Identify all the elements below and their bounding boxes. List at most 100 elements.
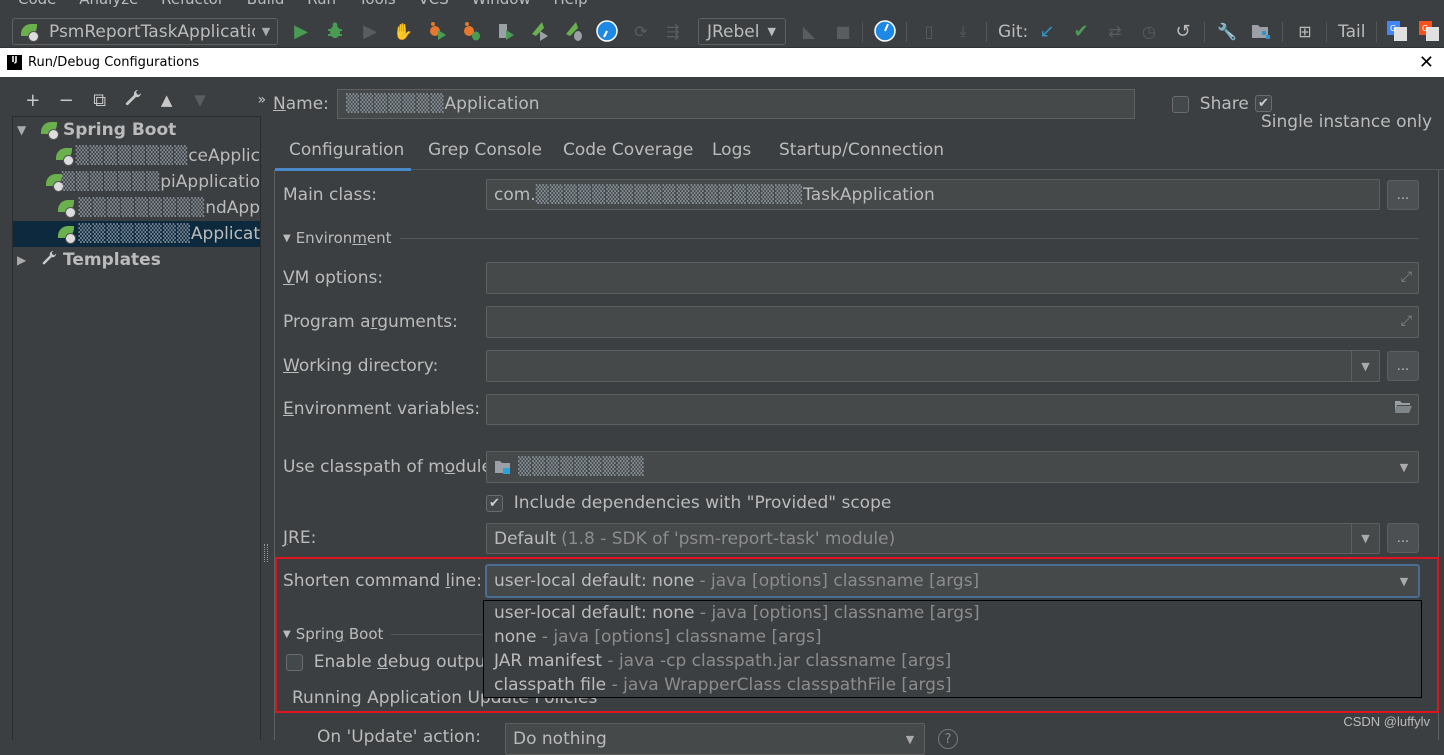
tree-item-selected[interactable]: ▒▒▒▒▒▒▒▒ Applicat bbox=[13, 221, 260, 247]
folder-open-icon[interactable] bbox=[1394, 399, 1412, 413]
env-vars-input[interactable] bbox=[486, 394, 1419, 425]
help-icon[interactable]: ? bbox=[938, 729, 958, 749]
tree-item-label: ndApp bbox=[205, 198, 260, 218]
more-icon[interactable]: » bbox=[217, 92, 266, 108]
dialog-titlebar: IJ Run/Debug Configurations ✕ bbox=[0, 48, 1444, 77]
database-icon[interactable]: ⊞ bbox=[1294, 20, 1316, 42]
settings-wrench-icon[interactable]: 🔧 bbox=[1216, 20, 1238, 42]
stop-icon[interactable]: ■ bbox=[832, 20, 854, 42]
move-down-icon[interactable]: ▼ bbox=[183, 91, 216, 109]
jre-value: Default bbox=[494, 528, 557, 549]
highlight-annotation-box bbox=[275, 557, 1439, 713]
run-with-coverage-icon[interactable]: ▶ bbox=[359, 20, 381, 42]
menu-help[interactable]: Help bbox=[554, 0, 588, 8]
git-history-icon[interactable]: ◷ bbox=[1138, 20, 1160, 42]
tree-group-templates[interactable]: ▶ Templates bbox=[13, 247, 260, 273]
attach-debugger-icon[interactable]: ⟳ bbox=[630, 20, 652, 42]
jrebel-dropdown[interactable]: JRebel ▼ bbox=[698, 18, 786, 45]
browse-jre-button[interactable]: ... bbox=[1387, 523, 1419, 553]
jrebel-debug-icon[interactable] bbox=[460, 20, 482, 42]
chevron-down-icon[interactable]: ▼ bbox=[1351, 524, 1379, 553]
jrebel-panel-icon[interactable]: ◣ bbox=[798, 20, 820, 42]
module-folder-icon bbox=[495, 461, 510, 474]
jre-label: JRE: bbox=[283, 528, 317, 548]
wrench-icon[interactable] bbox=[116, 89, 149, 112]
tree-item[interactable]: ▒▒▒▒▒▒▒ piApplicatio bbox=[13, 169, 260, 195]
jre-dropdown[interactable]: Default (1.8 - SDK of 'psm-report-task' … bbox=[486, 523, 1380, 554]
on-update-label: On 'Update' action: bbox=[317, 727, 481, 747]
collapse-arrow-icon[interactable]: ▶ bbox=[17, 253, 35, 267]
blurred-text: ▒▒▒▒▒▒▒ bbox=[61, 172, 161, 192]
project-structure-icon[interactable] bbox=[1250, 20, 1272, 42]
working-dir-input[interactable]: ▼ bbox=[486, 350, 1380, 382]
device-icon[interactable]: ▯ bbox=[918, 20, 940, 42]
single-instance-checkbox[interactable]: ✔ Single instance only bbox=[1255, 94, 1444, 132]
translate-alt-icon[interactable]: G bbox=[1418, 20, 1440, 42]
step-icon[interactable]: ⇶ bbox=[662, 20, 684, 42]
translate-icon[interactable]: G bbox=[1386, 20, 1408, 42]
tab-logs[interactable]: Logs bbox=[712, 140, 751, 160]
tail-label[interactable]: Tail bbox=[1338, 22, 1365, 42]
share-checkbox[interactable]: Share bbox=[1172, 94, 1249, 114]
menu-code[interactable]: Code bbox=[18, 0, 56, 8]
tab-startup-connection[interactable]: Startup/Connection bbox=[779, 140, 944, 160]
add-icon[interactable]: + bbox=[16, 90, 49, 111]
menu-tools[interactable]: Tools bbox=[359, 0, 396, 8]
checkmark-icon[interactable]: ✔ bbox=[486, 495, 503, 512]
download-icon[interactable]: ⤓ bbox=[952, 20, 974, 42]
menu-build[interactable]: Build bbox=[247, 0, 285, 8]
git-commit-icon[interactable]: ✔ bbox=[1070, 20, 1092, 42]
program-args-input[interactable]: ⤢ bbox=[486, 306, 1419, 338]
include-provided-checkbox[interactable]: ✔ Include dependencies with "Provided" s… bbox=[486, 493, 891, 513]
watermark: CSDN @luffylv bbox=[1343, 714, 1430, 729]
jrebel-run-icon[interactable] bbox=[426, 20, 448, 42]
speedometer-icon[interactable] bbox=[596, 20, 618, 42]
single-instance-label: Single instance only bbox=[1261, 112, 1433, 132]
remove-icon[interactable]: − bbox=[49, 90, 82, 111]
classpath-module-dropdown[interactable]: ▒▒▒▒▒▒▒▒▒ ▼ bbox=[486, 451, 1419, 483]
menu-vcs[interactable]: VCS bbox=[419, 0, 449, 8]
name-input[interactable]: ▒▒▒▒▒▒▒ Application bbox=[337, 89, 1135, 119]
menu-bar: Code Analyze Refactor Build Run Tools VC… bbox=[0, 0, 1444, 12]
on-update-dropdown[interactable]: Do nothing ▼ bbox=[505, 723, 925, 755]
checkbox-unchecked[interactable] bbox=[1172, 96, 1189, 113]
toolbar-divider bbox=[986, 22, 987, 42]
menu-window[interactable]: Window bbox=[472, 0, 531, 8]
jrebel-rocket-run-icon[interactable] bbox=[528, 20, 550, 42]
tree-item[interactable]: ▒▒▒▒▒▒▒▒ ceApplic bbox=[13, 143, 260, 169]
tab-configuration[interactable]: Configuration bbox=[289, 140, 404, 160]
checkmark-icon[interactable]: ✔ bbox=[1255, 95, 1272, 112]
panel-splitter-handle[interactable] bbox=[264, 544, 268, 562]
profile-icon[interactable]: ✋ bbox=[392, 20, 414, 42]
run-config-selector[interactable]: PsmReportTaskApplication ▼ bbox=[12, 18, 278, 45]
environment-section-header[interactable]: ▼ Environment bbox=[283, 229, 1419, 247]
coverage-icon[interactable] bbox=[494, 20, 516, 42]
browse-main-class-button[interactable]: ... bbox=[1387, 180, 1419, 210]
debug-icon[interactable] bbox=[324, 20, 346, 42]
chevron-down-icon[interactable]: ▼ bbox=[1351, 351, 1379, 381]
expand-arrow-icon[interactable]: ▼ bbox=[17, 123, 35, 137]
main-class-input[interactable]: com. ▒▒▒▒▒▒▒▒▒▒▒▒▒▒▒▒▒▒▒ TaskApplication bbox=[486, 179, 1380, 210]
close-icon[interactable]: ✕ bbox=[1419, 52, 1434, 73]
expand-icon[interactable]: ⤢ bbox=[1401, 269, 1412, 285]
tree-item[interactable]: ▒▒▒▒▒▒▒▒▒ ndApp bbox=[13, 195, 260, 221]
jrebel-rocket-debug-icon[interactable] bbox=[562, 20, 584, 42]
tab-code-coverage[interactable]: Code Coverage bbox=[563, 140, 693, 160]
tree-group-spring-boot[interactable]: ▼ Spring Boot bbox=[13, 117, 260, 143]
tab-grep-console[interactable]: Grep Console bbox=[428, 140, 542, 160]
menu-analyze[interactable]: Analyze bbox=[79, 0, 138, 8]
copy-icon[interactable]: ⧉ bbox=[83, 90, 116, 111]
menu-run[interactable]: Run bbox=[307, 0, 336, 8]
browse-working-dir-button[interactable]: ... bbox=[1387, 351, 1419, 381]
git-update-icon[interactable]: ↙ bbox=[1036, 20, 1058, 42]
menu-refactor[interactable]: Refactor bbox=[161, 0, 224, 8]
git-rollback-icon[interactable]: ↺ bbox=[1172, 20, 1194, 42]
vm-options-input[interactable]: ⤢ bbox=[486, 262, 1419, 294]
expand-icon[interactable]: ⤢ bbox=[1401, 313, 1412, 329]
blurred-text: ▒▒▒▒▒▒▒▒▒ bbox=[78, 198, 206, 218]
run-icon[interactable]: ▶ bbox=[290, 20, 312, 42]
gauge-icon[interactable] bbox=[874, 20, 896, 42]
move-up-icon[interactable]: ▲ bbox=[150, 91, 183, 109]
git-compare-icon[interactable]: ⇄ bbox=[1104, 20, 1126, 42]
on-update-value: Do nothing bbox=[513, 729, 607, 749]
